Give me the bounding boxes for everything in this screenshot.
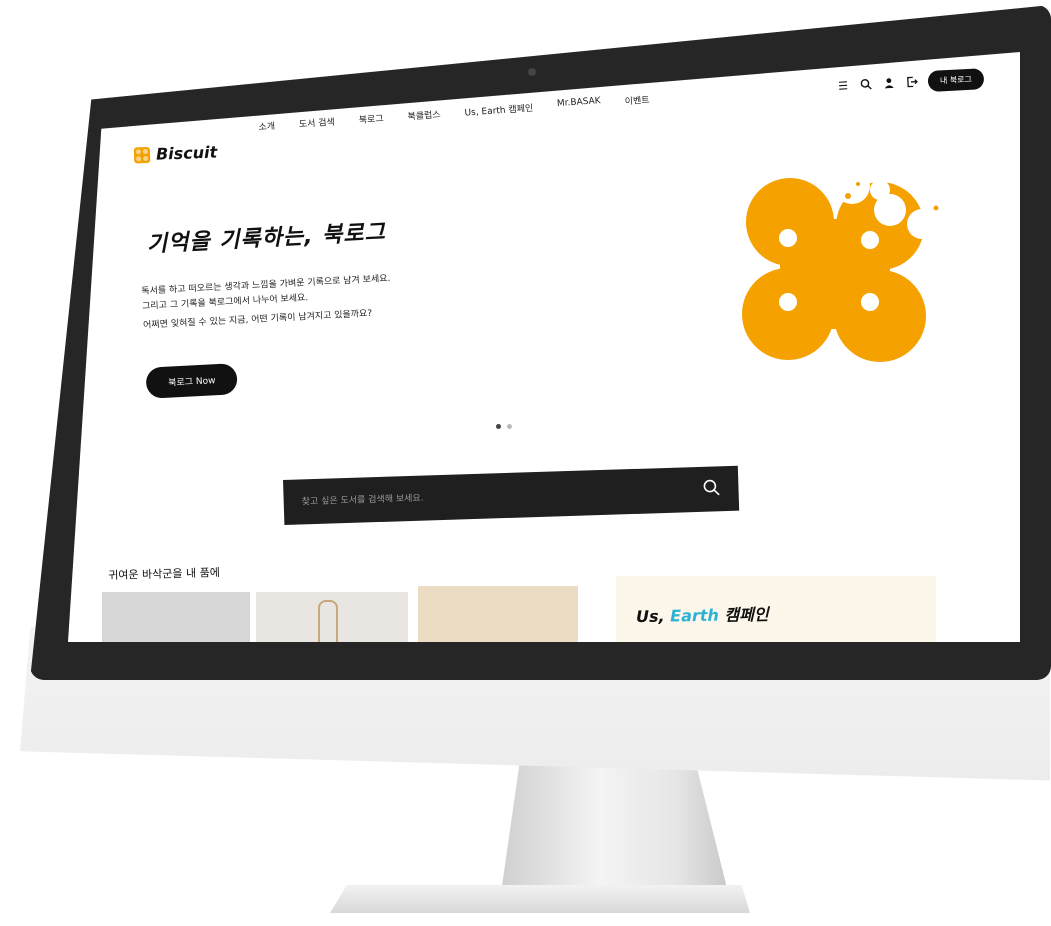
nav-item-book-search[interactable]: 도서 검색 xyxy=(298,115,336,130)
search-submit-icon[interactable] xyxy=(702,478,721,501)
goods-thumbnail-3[interactable] xyxy=(418,586,578,642)
site-logo[interactable]: Biscuit xyxy=(133,142,218,165)
slide-indicator xyxy=(496,424,512,429)
website-screen: Biscuit 소개 도서 검색 북로그 북클럽스 Us, Earth 캠페인 … xyxy=(68,52,1020,642)
goods-thumbnail-2[interactable] xyxy=(256,592,408,642)
header-actions: ☰ 내 북로그 xyxy=(836,68,985,97)
monitor-stand-base xyxy=(330,885,750,913)
earth-campaign-banner[interactable]: Us, Earth 캠페인 xyxy=(616,576,936,642)
monitor-stand-neck xyxy=(500,760,730,900)
my-booklog-button[interactable]: 내 북로그 xyxy=(927,68,985,93)
logo-text: Biscuit xyxy=(155,142,218,164)
logout-icon[interactable] xyxy=(905,75,920,90)
campaign-title-suffix: 캠페인 xyxy=(718,604,769,625)
search-icon[interactable] xyxy=(859,77,874,92)
hero-description: 독서를 하고 떠오르는 생각과 느낌을 가벼운 기록으로 남겨 보세요. 그리고… xyxy=(141,272,393,334)
section-title-goods: 귀여운 바삭군을 내 품에 xyxy=(108,566,221,582)
book-search-input[interactable] xyxy=(299,484,664,508)
user-icon[interactable] xyxy=(882,76,897,91)
nav-item-intro[interactable]: 소개 xyxy=(258,119,275,133)
nav-item-bookclubs[interactable]: 북클럽스 xyxy=(407,107,441,122)
book-search-bar xyxy=(283,465,740,525)
campaign-title-prefix: Us, xyxy=(635,606,671,627)
nav-item-event[interactable]: 이벤트 xyxy=(624,93,649,108)
nav-item-booklog[interactable]: 북로그 xyxy=(358,111,384,126)
hero-title: 기억을 기록하는, 북로그 xyxy=(146,220,387,258)
campaign-title: Us, Earth 캠페인 xyxy=(636,601,769,627)
slide-dot-2[interactable] xyxy=(507,424,512,429)
booklog-now-button[interactable]: 북로그 Now xyxy=(145,363,239,399)
goods-thumbnail-1[interactable] xyxy=(102,592,250,642)
nav-item-earth-campaign[interactable]: Us, Earth 캠페인 xyxy=(464,101,533,119)
slide-dot-1[interactable] xyxy=(496,424,501,429)
tote-bag-image xyxy=(318,600,338,642)
menu-icon[interactable]: ☰ xyxy=(836,79,851,94)
nav-item-mr-basak[interactable]: Mr.BASAK xyxy=(557,96,602,112)
campaign-title-earth: Earth xyxy=(670,605,720,626)
hero-section: 기억을 기록하는, 북로그 독서를 하고 떠오르는 생각과 느낌을 가벼운 기록… xyxy=(138,214,396,399)
biscuit-logo-icon xyxy=(133,146,151,163)
biscuit-illustration xyxy=(742,174,939,362)
camera-icon xyxy=(528,68,536,76)
